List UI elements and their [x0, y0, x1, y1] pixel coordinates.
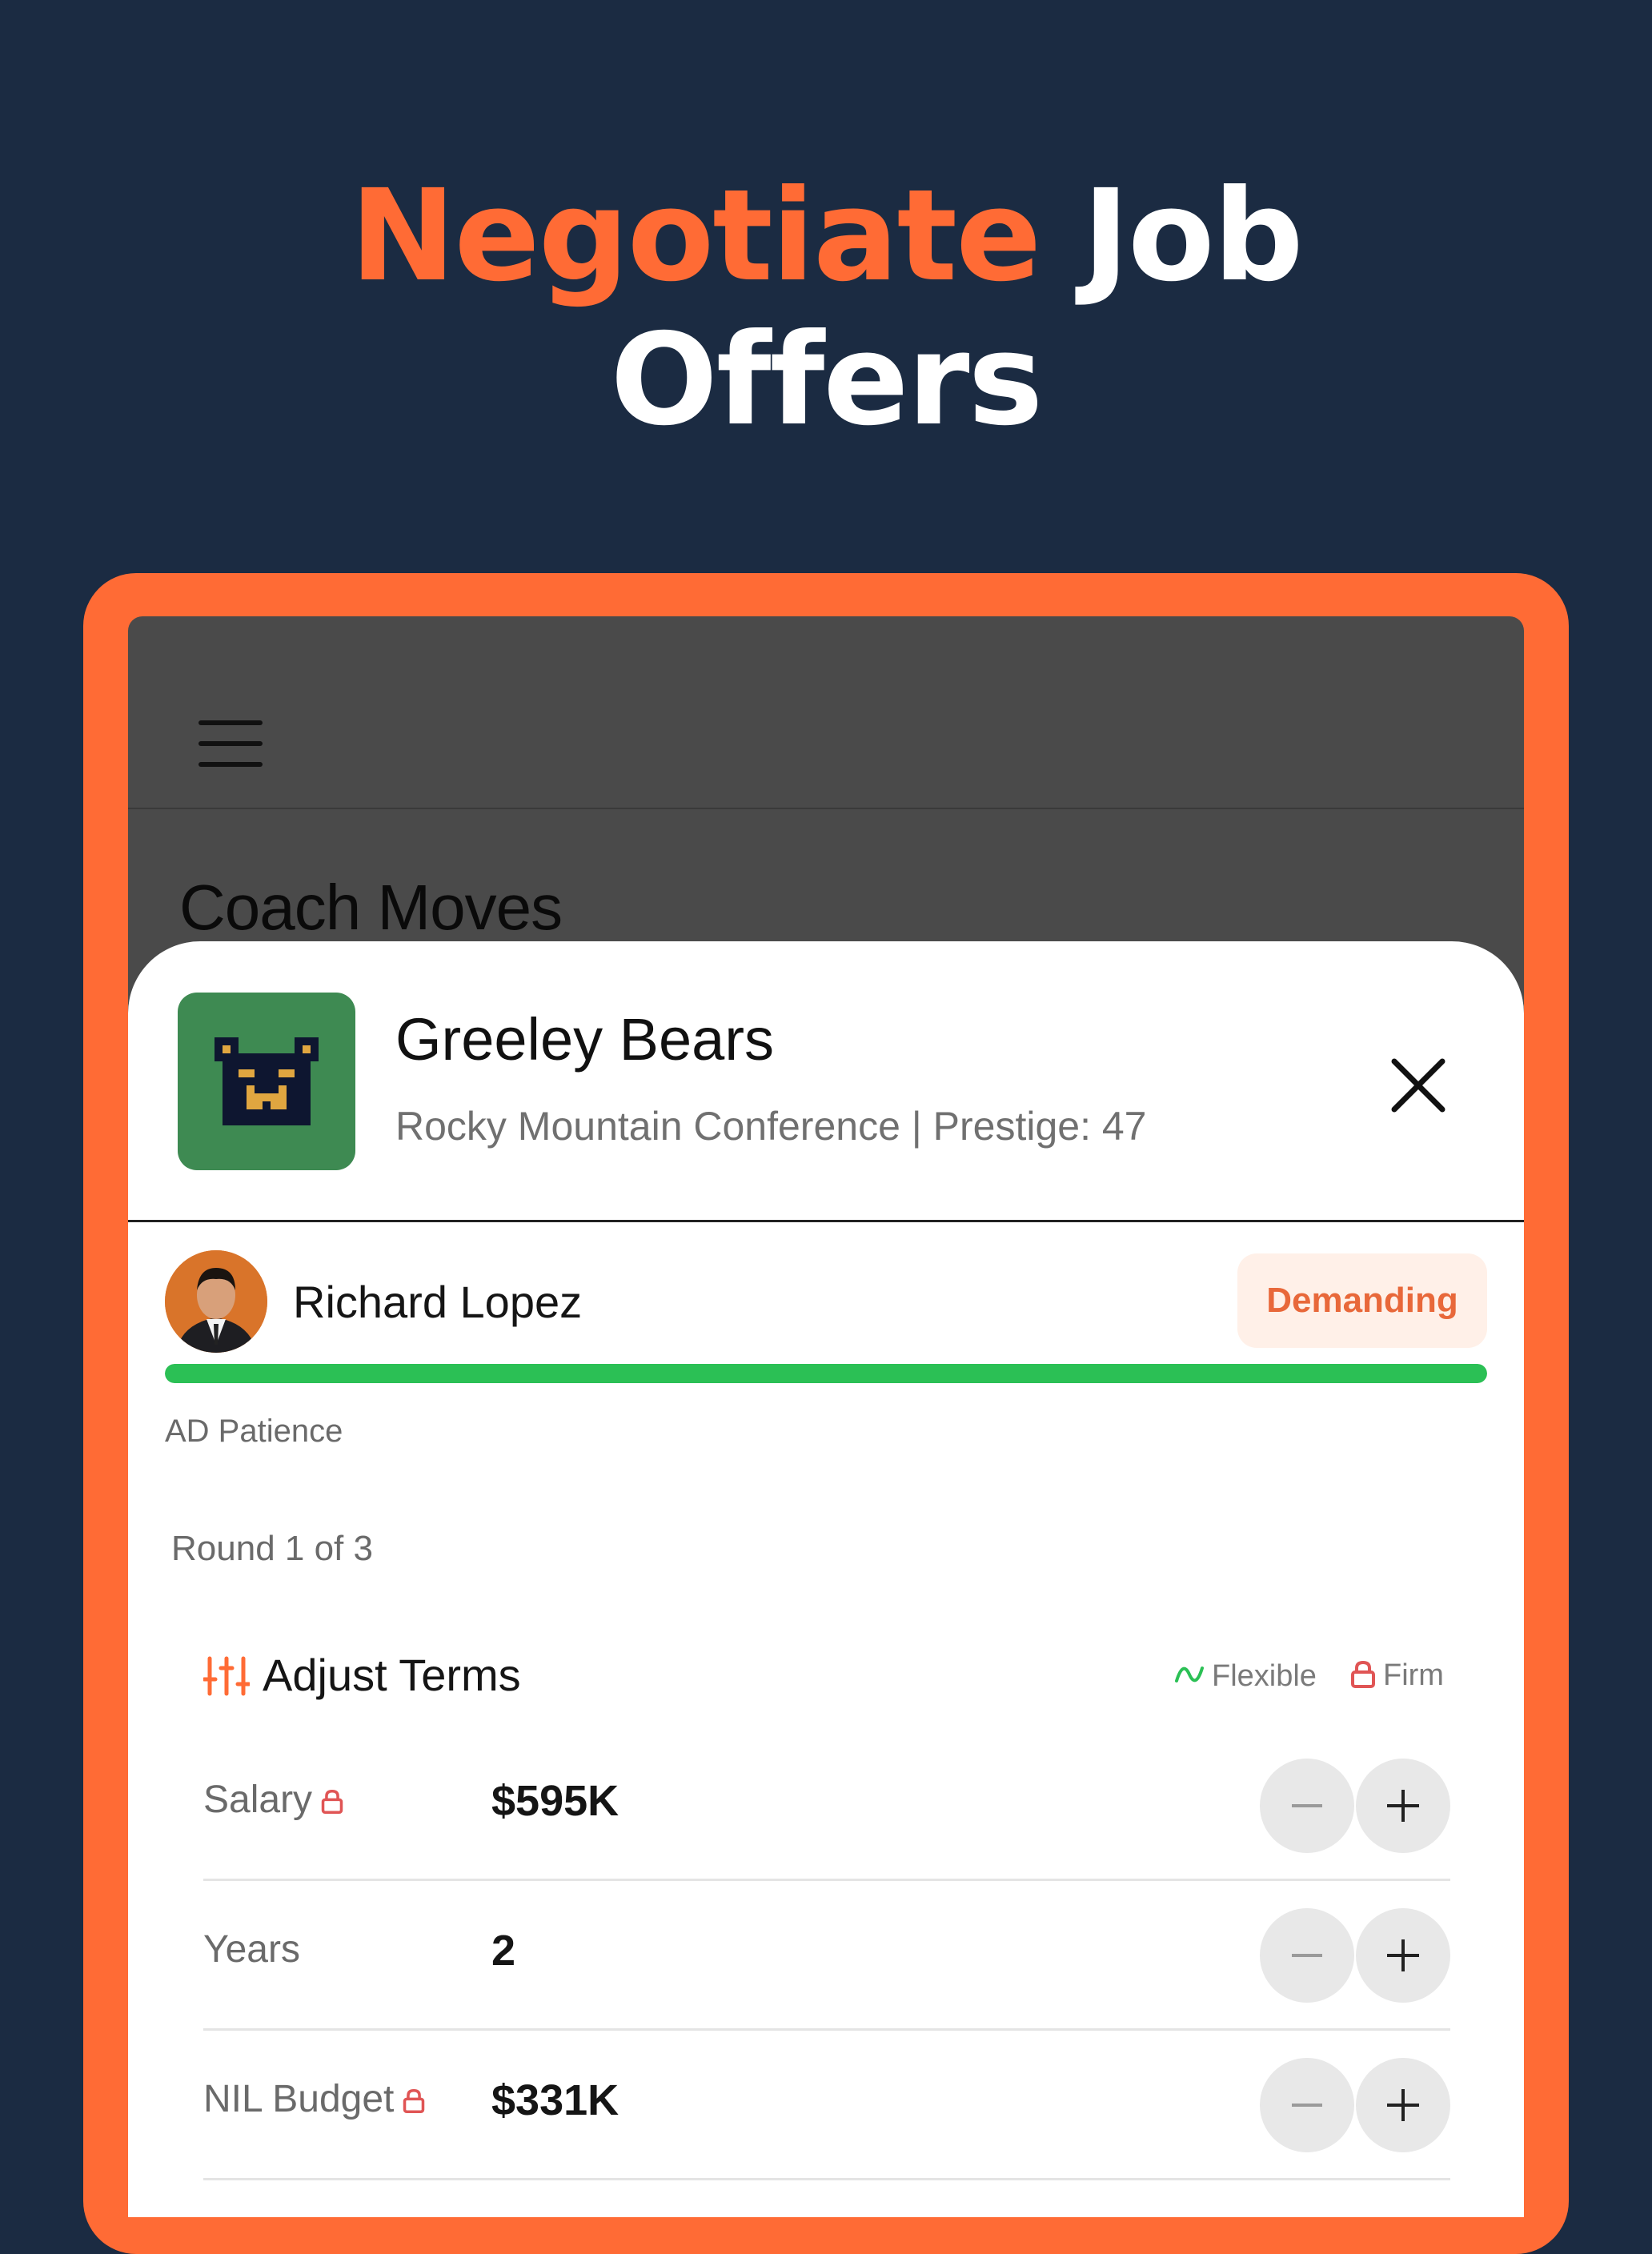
offer-sheet: Greeley Bears Rocky Mountain Conference …	[128, 941, 1524, 2217]
headline-line1-rest: Job	[1082, 162, 1303, 310]
team-conference-prestige: Rocky Mountain Conference | Prestige: 47	[395, 1104, 1147, 1149]
team-name: Greeley Bears	[395, 1006, 774, 1073]
term-label: Salary	[203, 1778, 344, 1822]
minus-icon	[1292, 1804, 1322, 1807]
lock-icon	[321, 1789, 343, 1814]
status-badge: Demanding	[1237, 1253, 1487, 1348]
patience-bar	[165, 1364, 1487, 1383]
increase-button[interactable]	[1356, 1759, 1450, 1853]
headline-accent: Negotiate	[350, 162, 1041, 310]
round-indicator: Round 1 of 3	[171, 1529, 373, 1568]
wave-icon	[1175, 1666, 1204, 1682]
patience-label: AD Patience	[165, 1414, 343, 1449]
avatar	[165, 1250, 267, 1353]
patience-bar-fill	[165, 1364, 1487, 1383]
increase-button[interactable]	[1356, 2058, 1450, 2152]
lock-icon	[1351, 1660, 1375, 1688]
header-divider	[128, 1220, 1524, 1222]
team-logo	[178, 993, 355, 1170]
app-screen: Coach Moves Greeley Bears Rocky Mountain…	[128, 616, 1524, 2217]
sliders-icon	[203, 1656, 250, 1696]
legend-firm: Firm	[1349, 1658, 1444, 1693]
minus-icon	[1292, 1954, 1322, 1957]
term-label: Years	[203, 1928, 300, 1971]
decrease-button[interactable]	[1260, 1908, 1354, 2003]
menu-icon[interactable]	[198, 720, 263, 768]
legend-flexible: Flexible	[1173, 1658, 1317, 1694]
ad-name: Richard Lopez	[293, 1277, 583, 1327]
term-row: NIL Budget $331K	[203, 2029, 1450, 2180]
term-row: Years 2	[203, 1879, 1450, 2031]
page-title: Coach Moves	[179, 872, 563, 943]
decrease-button[interactable]	[1260, 1759, 1354, 1853]
row-divider	[203, 2178, 1450, 2180]
minus-icon	[1292, 2104, 1322, 2107]
term-value: $595K	[491, 1777, 620, 1825]
lock-icon	[403, 2088, 425, 2113]
close-icon	[1391, 1058, 1446, 1113]
term-value: 2	[491, 1927, 516, 1975]
decrease-button[interactable]	[1260, 2058, 1354, 2152]
increase-button[interactable]	[1356, 1908, 1450, 2003]
top-navbar	[128, 616, 1524, 809]
bear-icon	[215, 1037, 319, 1125]
term-value: $331K	[491, 2076, 620, 2124]
term-label: NIL Budget	[203, 2077, 426, 2121]
section-title: Adjust Terms	[263, 1650, 521, 1700]
promo-headline: Negotiate Job Offers	[0, 164, 1652, 452]
headline-line2: Offers	[610, 307, 1044, 454]
close-button[interactable]	[1385, 1052, 1452, 1119]
term-row: Salary $595K	[203, 1730, 1450, 1881]
